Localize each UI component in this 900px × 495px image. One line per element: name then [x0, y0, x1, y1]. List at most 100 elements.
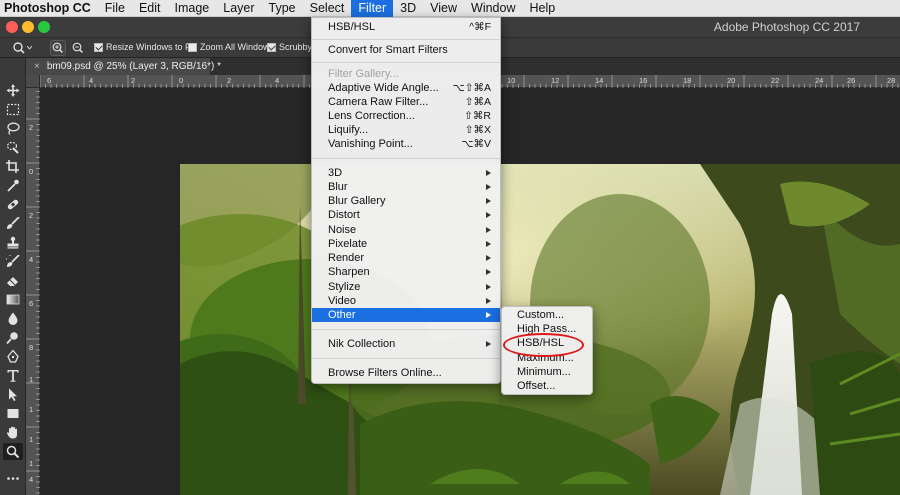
menu-item-liquify[interactable]: Liquify... ⇧⌘X: [312, 123, 500, 137]
menu-3d[interactable]: 3D: [393, 0, 423, 17]
submenu-label: Distort: [328, 209, 360, 221]
submenu-nik-collection[interactable]: Nik Collection: [312, 337, 500, 351]
submenu-render[interactable]: Render: [312, 251, 500, 265]
quick-select-icon: [6, 141, 19, 154]
menu-edit[interactable]: Edit: [132, 0, 168, 17]
vertical-ruler[interactable]: 2 0 2 4 6 8 1 1 1 1 4: [26, 75, 40, 495]
minimize-window-button[interactable]: [22, 21, 34, 33]
quick-select-tool[interactable]: [3, 139, 23, 156]
tool-preset-picker[interactable]: [12, 41, 32, 54]
zoom-all-label: Zoom All Windows: [200, 42, 275, 52]
clone-stamp-tool[interactable]: [3, 234, 23, 251]
submenu-label: Sharpen: [328, 266, 370, 278]
menu-item-adaptive-wide-angle[interactable]: Adaptive Wide Angle... ⌥⇧⌘A: [312, 81, 500, 95]
ruler-origin[interactable]: [26, 75, 40, 88]
rectangle-tool[interactable]: [3, 405, 23, 422]
zoom-tool[interactable]: [3, 443, 23, 460]
zoom-all-checkbox[interactable]: [188, 42, 197, 52]
menu-file[interactable]: File: [98, 0, 132, 17]
submenu-arrow-icon: [486, 284, 491, 290]
zoom-all-option[interactable]: Zoom All Windows: [188, 42, 274, 52]
submenu-arrow-icon: [486, 341, 491, 347]
menu-item-label: Camera Raw Filter...: [328, 96, 429, 108]
menu-item-browse-filters-online[interactable]: Browse Filters Online...: [312, 366, 500, 380]
healing-brush-tool[interactable]: [3, 196, 23, 213]
eraser-tool[interactable]: [3, 272, 23, 289]
filter-menu: HSB/HSL ^⌘F Convert for Smart Filters Fil…: [311, 17, 501, 384]
submenu-label: Blur Gallery: [328, 195, 386, 207]
menu-item-camera-raw[interactable]: Camera Raw Filter... ⇧⌘A: [312, 95, 500, 109]
history-brush-tool[interactable]: [3, 253, 23, 270]
zoom-out-button[interactable]: [70, 40, 86, 56]
menu-filter[interactable]: Filter: [351, 0, 394, 17]
tools-panel: [0, 58, 26, 495]
ruler-label: 1: [29, 435, 34, 444]
resize-windows-label: Resize Windows to Fit: [106, 42, 196, 52]
menu-item-custom[interactable]: Custom...: [502, 308, 592, 322]
edit-toolbar-button[interactable]: [3, 470, 23, 487]
gradient-tool[interactable]: [3, 291, 23, 308]
submenu-pixelate[interactable]: Pixelate: [312, 237, 500, 251]
submenu-label: 3D: [328, 167, 343, 179]
menu-help[interactable]: Help: [523, 0, 563, 17]
ruler-label: 1: [29, 375, 34, 384]
submenu-other[interactable]: Other: [312, 308, 500, 323]
submenu-label: Stylize: [328, 281, 361, 293]
move-tool[interactable]: [3, 82, 23, 99]
lasso-tool[interactable]: [3, 120, 23, 137]
menu-item-last-filter[interactable]: HSB/HSL ^⌘F: [312, 20, 500, 34]
submenu-noise[interactable]: Noise: [312, 223, 500, 237]
close-document-icon[interactable]: ×: [34, 61, 40, 72]
menu-type[interactable]: Type: [262, 0, 303, 17]
path-select-tool[interactable]: [3, 386, 23, 403]
crop-tool[interactable]: [3, 158, 23, 175]
submenu-sharpen[interactable]: Sharpen: [312, 265, 500, 279]
menu-item-last-filter-label: HSB/HSL: [328, 21, 376, 33]
submenu-blur[interactable]: Blur: [312, 180, 500, 194]
marquee-tool[interactable]: [3, 101, 23, 118]
menu-item-minimum[interactable]: Minimum...: [502, 365, 592, 379]
resize-windows-checkbox[interactable]: [94, 42, 103, 52]
window-title: Adobe Photoshop CC 2017: [713, 20, 860, 34]
resize-windows-option[interactable]: Resize Windows to Fit: [94, 42, 195, 52]
menu-layer[interactable]: Layer: [216, 0, 261, 17]
submenu-stylize[interactable]: Stylize: [312, 280, 500, 294]
menu-separator: [312, 62, 500, 63]
menu-item-lens-correction[interactable]: Lens Correction... ⇧⌘R: [312, 109, 500, 123]
ruler-label: 24: [815, 76, 824, 85]
submenu-distort[interactable]: Distort: [312, 208, 500, 222]
document-tab[interactable]: × bm09.psd @ 25% (Layer 3, RGB/16*) *: [26, 58, 221, 75]
brush-tool[interactable]: [3, 215, 23, 232]
pen-icon: [7, 350, 19, 363]
menu-separator: [312, 39, 500, 40]
menu-item-vanishing-point[interactable]: Vanishing Point... ⌥⌘V: [312, 137, 500, 151]
blur-icon: [8, 312, 18, 325]
close-window-button[interactable]: [6, 21, 18, 33]
zoom-in-button[interactable]: [50, 40, 66, 56]
lasso-icon: [7, 122, 20, 135]
menu-window[interactable]: Window: [464, 0, 522, 17]
scrubby-checkbox[interactable]: [267, 42, 276, 52]
maximize-window-button[interactable]: [38, 21, 50, 33]
scrubby-option[interactable]: Scrubby: [267, 42, 312, 52]
menu-app[interactable]: Photoshop CC: [0, 0, 98, 17]
menu-item-convert-smart-filters[interactable]: Convert for Smart Filters: [312, 43, 500, 57]
menu-item-label: Liquify...: [328, 124, 369, 136]
menu-item-shortcut: ⌥⇧⌘A: [452, 82, 491, 94]
menu-item-label: Adaptive Wide Angle...: [328, 82, 439, 94]
submenu-3d[interactable]: 3D: [312, 166, 500, 180]
type-tool[interactable]: [3, 367, 23, 384]
submenu-blur-gallery[interactable]: Blur Gallery: [312, 194, 500, 208]
blur-tool[interactable]: [3, 310, 23, 327]
pen-tool[interactable]: [3, 348, 23, 365]
hand-tool[interactable]: [3, 424, 23, 441]
dodge-tool[interactable]: [3, 329, 23, 346]
menu-view[interactable]: View: [423, 0, 464, 17]
menu-item-offset[interactable]: Offset...: [502, 379, 592, 393]
submenu-video[interactable]: Video: [312, 294, 500, 308]
ruler-label: 1: [29, 405, 34, 414]
annotation-circle: [503, 333, 584, 357]
eyedropper-tool[interactable]: [3, 177, 23, 194]
menu-select[interactable]: Select: [303, 0, 352, 17]
menu-image[interactable]: Image: [168, 0, 217, 17]
